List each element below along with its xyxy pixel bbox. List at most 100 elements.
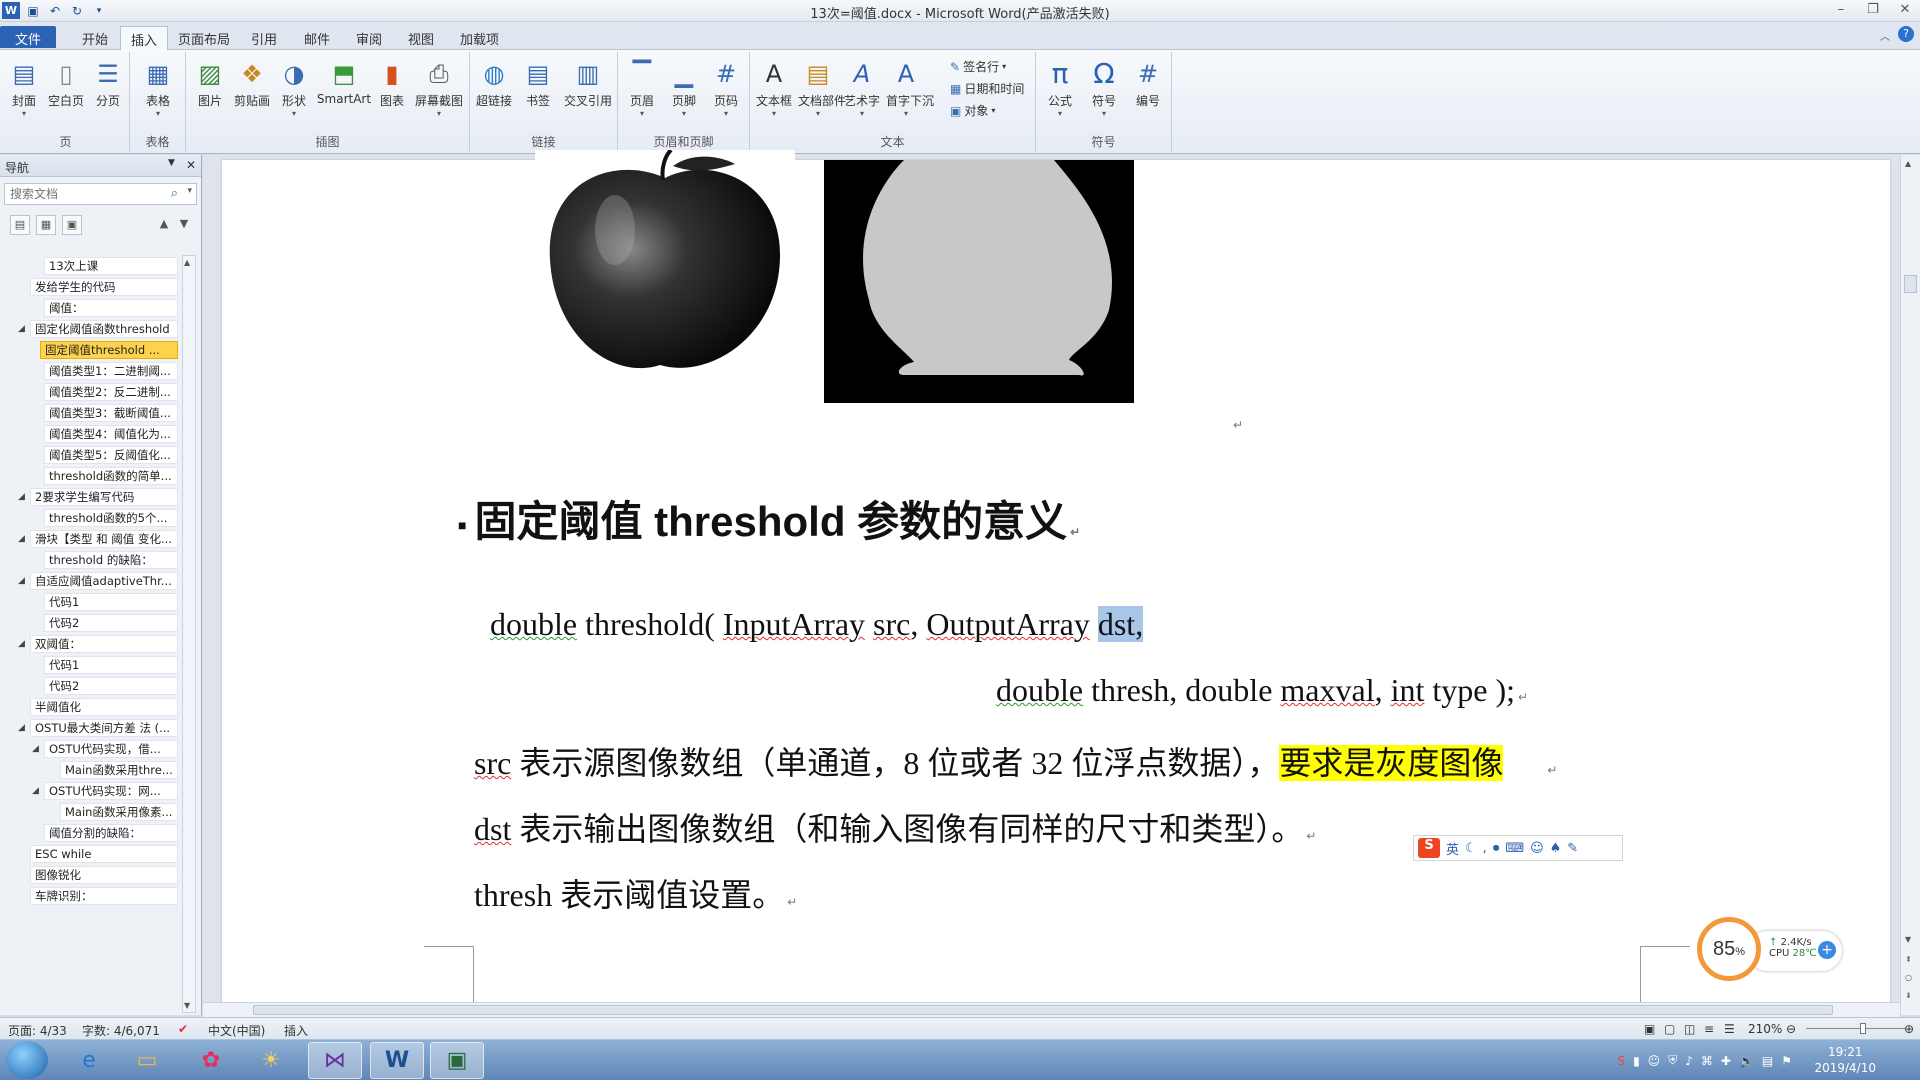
- tab-insert[interactable]: 插入: [120, 26, 169, 51]
- collapse-ribbon-icon[interactable]: ︿: [1880, 28, 1890, 43]
- plus-icon[interactable]: +: [1818, 941, 1836, 959]
- tray-shield-icon[interactable]: ⛨: [1668, 1053, 1677, 1068]
- cross-reference-button[interactable]: ▥ 交叉引用: [562, 56, 614, 126]
- expand-collapse-icon[interactable]: ◢: [18, 723, 25, 733]
- minimize-icon[interactable]: –: [1832, 2, 1850, 17]
- nav-heading-item[interactable]: 滑块【类型 和 阈值 变化...: [30, 530, 178, 548]
- keyboard-icon[interactable]: ⌨: [1505, 841, 1524, 856]
- tab-view[interactable]: 视图: [398, 26, 444, 48]
- view-outline-icon[interactable]: ≡: [1704, 1022, 1714, 1036]
- quick-parts-button[interactable]: ▤ 文档部件 ▾: [798, 56, 846, 126]
- expand-collapse-icon[interactable]: ◢: [18, 576, 25, 586]
- cpu-monitor-widget[interactable]: ↑ 2.4K/s CPU 28℃ + 85%: [1697, 917, 1845, 987]
- clipart-button[interactable]: ❖ 剪贴画: [232, 56, 272, 126]
- textbox-button[interactable]: A 文本框 ▾: [754, 56, 794, 126]
- hyperlink-button[interactable]: ◍ 超链接: [474, 56, 514, 126]
- nav-heading-item[interactable]: 阈值类型4：阈值化为...: [44, 425, 178, 443]
- nav-heading-item[interactable]: 阈值类型2：反二进制...: [44, 383, 178, 401]
- next-page-icon[interactable]: ⇟: [1905, 991, 1912, 1000]
- signature-line-button[interactable]: ✎ 签名行 ▾: [950, 58, 1006, 75]
- nav-heading-item[interactable]: 代码2: [44, 677, 178, 695]
- word-count[interactable]: 字数: 4/6,071: [82, 1022, 160, 1039]
- clock[interactable]: 19:21 2019/4/10: [1814, 1044, 1876, 1076]
- zoom-slider-thumb[interactable]: [1860, 1023, 1866, 1034]
- zoom-slider[interactable]: [1806, 1028, 1906, 1029]
- nav-heading-item[interactable]: 代码1: [44, 593, 178, 611]
- nav-heading-item[interactable]: 车牌识别：: [30, 887, 178, 905]
- tray-music-icon[interactable]: ♪: [1685, 1054, 1693, 1068]
- nav-heading-item[interactable]: 2要求学生编写代码: [30, 488, 178, 506]
- visual-studio-icon[interactable]: ⋈: [308, 1042, 362, 1079]
- page-count[interactable]: 页面: 4/33: [8, 1022, 67, 1039]
- tab-references[interactable]: 引用: [241, 26, 287, 48]
- nav-heading-item[interactable]: 半阈值化: [30, 698, 178, 716]
- sogou-logo-icon[interactable]: S: [1418, 838, 1440, 858]
- nav-heading-item[interactable]: Main函数采用像素...: [60, 803, 178, 821]
- app-window-icon[interactable]: ▣: [430, 1042, 484, 1079]
- zoom-level[interactable]: 210%: [1748, 1022, 1782, 1036]
- browse-headings-icon[interactable]: ▤: [10, 215, 30, 235]
- zoom-in-icon[interactable]: ⊕: [1904, 1022, 1914, 1036]
- drop-cap-button[interactable]: A 首字下沉 ▾: [886, 56, 934, 126]
- cover-page-button[interactable]: ▤ 封面 ▾: [4, 56, 44, 126]
- number-button[interactable]: # 编号: [1128, 56, 1168, 126]
- restore-icon[interactable]: ❐: [1864, 2, 1882, 17]
- tray-ime-icon[interactable]: ⌘: [1701, 1054, 1713, 1068]
- view-reading-icon[interactable]: ▢: [1664, 1022, 1675, 1036]
- nav-close-icon[interactable]: ✕: [186, 158, 196, 172]
- browse-pages-icon[interactable]: ▦: [36, 215, 56, 235]
- tools-icon[interactable]: ✎: [1567, 841, 1578, 856]
- nav-heading-item[interactable]: 发给学生的代码: [30, 278, 178, 296]
- color-app-icon[interactable]: ✿: [184, 1042, 238, 1079]
- expand-collapse-icon[interactable]: ◢: [18, 324, 25, 334]
- nav-menu-icon[interactable]: ▼: [168, 158, 175, 168]
- proofing-icon[interactable]: ✔: [178, 1022, 188, 1036]
- vertical-scrollbar[interactable]: ▲ ▼ ⇞ ○ ⇟: [1900, 155, 1920, 1015]
- blank-page-button[interactable]: ▯ 空白页: [46, 56, 86, 126]
- next-heading-icon[interactable]: ▼: [174, 215, 194, 235]
- wordart-button[interactable]: A 艺术字 ▾: [842, 56, 882, 126]
- nav-heading-item[interactable]: 阈值：: [44, 299, 178, 317]
- help-icon[interactable]: ?: [1898, 26, 1914, 42]
- language[interactable]: 中文(中国): [208, 1022, 265, 1039]
- user-icon[interactable]: ☺: [1530, 841, 1544, 856]
- selected-text[interactable]: dst,: [1097, 606, 1144, 642]
- shapes-button[interactable]: ◑ 形状 ▾: [274, 56, 314, 126]
- previous-page-icon[interactable]: ⇞: [1905, 955, 1912, 964]
- nav-heading-item[interactable]: 阈值类型3：截断阈值...: [44, 404, 178, 422]
- nav-heading-item[interactable]: 阈值类型1：二进制阈...: [44, 362, 178, 380]
- nav-heading-item[interactable]: 代码2: [44, 614, 178, 632]
- expand-collapse-icon[interactable]: ◢: [32, 786, 39, 796]
- nav-heading-item[interactable]: threshold 的缺陷：: [44, 551, 178, 569]
- nav-heading-item[interactable]: 代码1: [44, 656, 178, 674]
- tab-mailings[interactable]: 邮件: [294, 26, 340, 48]
- nav-heading-item[interactable]: 固定阈值threshold ...: [40, 341, 178, 359]
- smartart-button[interactable]: ⬒ SmartArt: [316, 56, 372, 126]
- punctuation-icon[interactable]: ,: [1483, 841, 1487, 856]
- zoom-out-icon[interactable]: ⊖: [1786, 1022, 1796, 1036]
- page-break-button[interactable]: ☰ 分页: [88, 56, 128, 126]
- object-button[interactable]: ▣ 对象 ▾: [950, 102, 995, 119]
- header-button[interactable]: ▔ 页眉 ▾: [622, 56, 662, 126]
- internet-explorer-icon[interactable]: e: [62, 1042, 116, 1079]
- file-explorer-icon[interactable]: ▭: [120, 1042, 174, 1079]
- scroll-thumb[interactable]: [1904, 275, 1917, 293]
- nav-heading-item[interactable]: 阈值分割的缺陷：: [44, 824, 178, 842]
- chart-button[interactable]: ▮ 图表: [372, 56, 412, 126]
- picture-button[interactable]: ▨ 图片: [190, 56, 230, 126]
- date-time-button[interactable]: ▦ 日期和时间: [950, 80, 1024, 97]
- nav-heading-item[interactable]: 双阈值：: [30, 635, 178, 653]
- microphone-icon[interactable]: ⏺: [1493, 841, 1500, 856]
- nav-search-input[interactable]: [5, 184, 155, 204]
- word-taskbar-icon[interactable]: W: [370, 1042, 424, 1079]
- close-icon[interactable]: ✕: [1896, 2, 1914, 17]
- table-button[interactable]: ▦ 表格 ▾: [138, 56, 178, 126]
- nav-heading-item[interactable]: threshold函数的简单...: [44, 467, 178, 485]
- horizontal-scrollbar[interactable]: [203, 1002, 1900, 1017]
- tray-app-icon[interactable]: ▮: [1633, 1054, 1640, 1068]
- paint-app-icon[interactable]: ☀: [244, 1042, 298, 1079]
- screenshot-button[interactable]: ⎙ 屏幕截图 ▾: [414, 56, 464, 126]
- nav-heading-item[interactable]: 固定化阈值函数threshold: [30, 320, 178, 338]
- tab-review[interactable]: 审阅: [346, 26, 392, 48]
- flag-icon[interactable]: ⚑: [1781, 1054, 1792, 1068]
